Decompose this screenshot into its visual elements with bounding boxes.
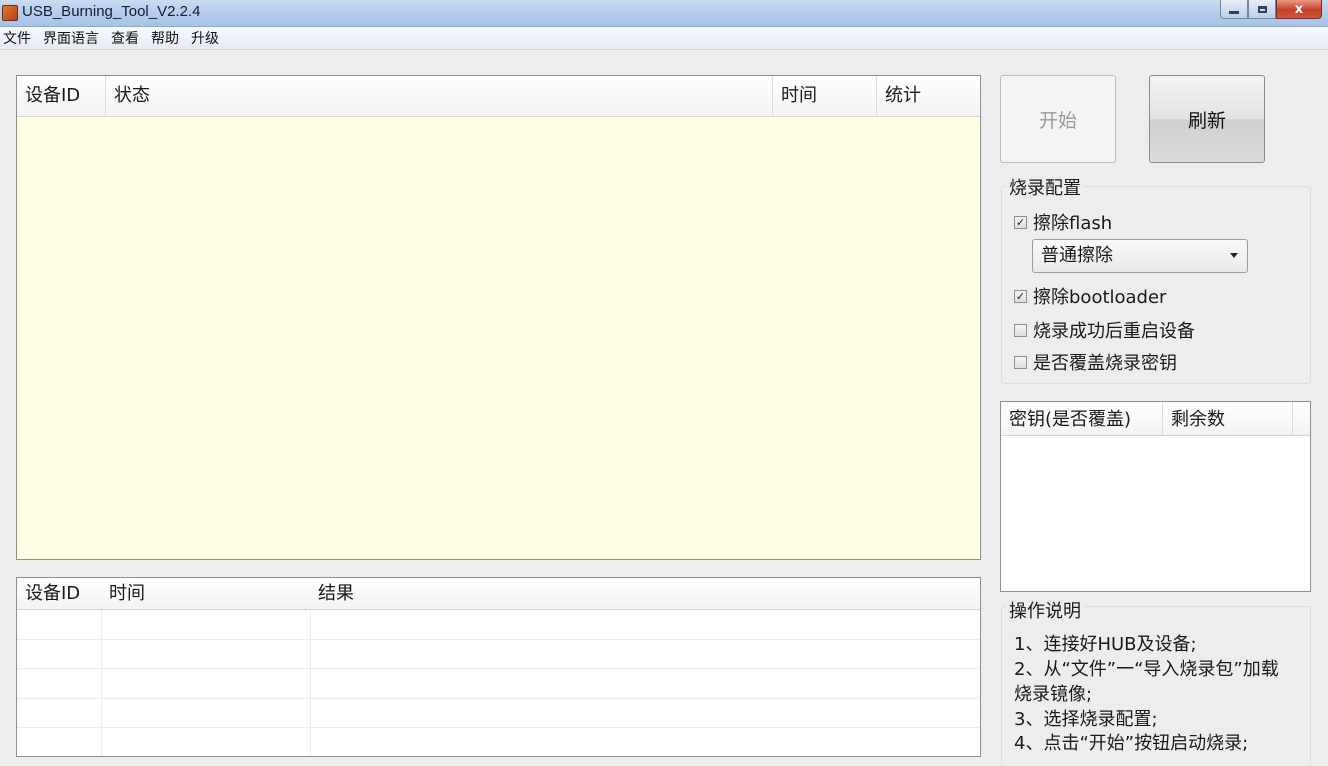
erase-mode-value: 普通擦除 <box>1041 245 1113 266</box>
column-status[interactable]: 状态 <box>106 76 773 116</box>
erase-mode-dropdown[interactable]: 普通擦除 <box>1032 239 1248 273</box>
title-bar[interactable]: USB_Burning_Tool_V2.2.4 x <box>0 0 1328 27</box>
start-button[interactable]: 开始 <box>1000 75 1116 163</box>
maximize-button[interactable] <box>1248 0 1276 19</box>
window-controls: x <box>1220 0 1322 20</box>
grid-line <box>17 668 980 669</box>
key-list-body[interactable] <box>1001 436 1310 591</box>
maximize-icon <box>1257 5 1267 13</box>
overwrite-key-label: 是否覆盖烧录密钥 <box>1033 353 1177 374</box>
instruction-line: 2、从“文件”一“导入烧录包”加载 <box>1014 659 1279 680</box>
overwrite-key-checkbox[interactable]: 是否覆盖烧录密钥 <box>1014 349 1177 375</box>
erase-flash-checkbox[interactable]: ✓ 擦除flash <box>1014 209 1112 235</box>
instructions-title: 操作说明 <box>1006 597 1084 623</box>
instruction-line: 4、点击“开始”按钮启动烧录; <box>1014 733 1249 754</box>
menu-bar: 文件 界面语言 查看 帮助 升级 <box>0 27 1328 50</box>
erase-flash-label: 擦除flash <box>1033 213 1113 234</box>
reboot-after-success-checkbox[interactable]: 烧录成功后重启设备 <box>1014 317 1195 343</box>
result-list-header: 设备ID 时间 结果 <box>17 578 980 610</box>
instruction-line: 1、连接好HUB及设备; <box>1014 634 1197 655</box>
reboot-after-success-label: 烧录成功后重启设备 <box>1033 321 1195 342</box>
device-list[interactable]: 设备ID 状态 时间 统计 <box>16 75 981 560</box>
column-result-device-id[interactable]: 设备ID <box>17 578 101 609</box>
grid-line <box>310 610 311 756</box>
dropdown-arrow-icon <box>1230 253 1238 258</box>
column-time[interactable]: 时间 <box>773 76 877 116</box>
column-stats[interactable]: 统计 <box>877 76 980 116</box>
result-list[interactable]: 设备ID 时间 结果 <box>16 577 981 757</box>
column-device-id[interactable]: 设备ID <box>17 76 106 116</box>
column-result[interactable]: 结果 <box>310 578 980 609</box>
column-key[interactable]: 密钥(是否覆盖) <box>1001 402 1163 435</box>
result-list-body[interactable] <box>17 610 980 756</box>
minimize-button[interactable] <box>1220 0 1248 19</box>
grid-line <box>101 610 102 756</box>
key-list[interactable]: 密钥(是否覆盖) 剩余数 <box>1000 401 1311 592</box>
refresh-button[interactable]: 刷新 <box>1149 75 1265 163</box>
close-button[interactable]: x <box>1276 0 1322 19</box>
grid-line <box>17 698 980 699</box>
column-remaining[interactable]: 剩余数 <box>1163 402 1293 435</box>
checkbox-unchecked-icon <box>1014 323 1027 337</box>
menu-view[interactable]: 查看 <box>109 28 147 48</box>
device-list-header: 设备ID 状态 时间 统计 <box>17 76 980 117</box>
key-list-header: 密钥(是否覆盖) 剩余数 <box>1001 402 1310 436</box>
menu-file[interactable]: 文件 <box>0 28 39 48</box>
instruction-line: 3、选择烧录配置; <box>1014 709 1158 730</box>
erase-bootloader-checkbox[interactable]: ✓ 擦除bootloader <box>1014 283 1166 309</box>
checkbox-unchecked-icon <box>1014 355 1027 369</box>
minimize-icon <box>1229 10 1239 14</box>
menu-language[interactable]: 界面语言 <box>41 28 107 48</box>
erase-bootloader-label: 擦除bootloader <box>1033 287 1167 308</box>
close-icon: x <box>1294 1 1304 17</box>
burn-config-title: 烧录配置 <box>1006 174 1084 200</box>
grid-line <box>17 639 980 640</box>
checkbox-checked-icon: ✓ <box>1014 215 1027 229</box>
menu-help[interactable]: 帮助 <box>149 28 187 48</box>
grid-line <box>17 727 980 728</box>
device-list-body[interactable] <box>17 117 980 559</box>
instruction-line: 烧录镜像; <box>1014 684 1093 705</box>
window-title: USB_Burning_Tool_V2.2.4 <box>22 3 201 20</box>
checkbox-checked-icon: ✓ <box>1014 289 1027 303</box>
app-icon <box>2 5 18 21</box>
menu-upgrade[interactable]: 升级 <box>189 28 227 48</box>
column-result-time[interactable]: 时间 <box>101 578 310 609</box>
